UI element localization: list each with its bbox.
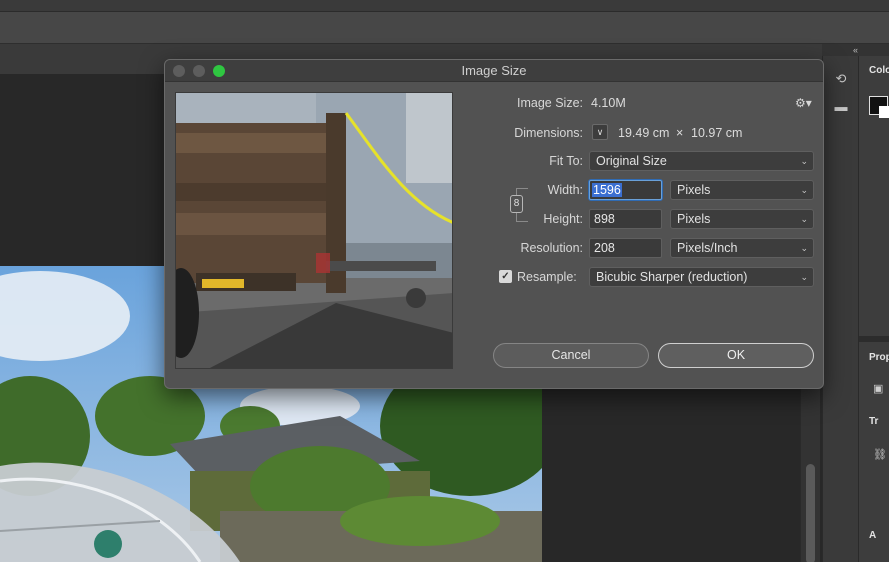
tab-properties[interactable]: Prop [869,352,889,363]
options-bar [0,12,889,44]
resample-select[interactable]: Bicubic Sharper (reduction) ⌄ [589,267,814,287]
chevron-down-icon: ⌄ [800,272,808,282]
resolution-value: 208 [594,241,615,255]
scroll-thumb[interactable] [806,464,815,562]
fit-to-label: Fit To: [549,154,583,168]
height-input[interactable]: 898 [589,209,662,229]
chevron-down-icon[interactable]: ∨ [592,124,608,140]
fit-to-value: Original Size [596,154,667,168]
height-label: Height: [543,212,583,226]
width-unit-select[interactable]: Pixels ⌄ [670,180,814,200]
link-icon[interactable]: 8 [510,195,523,213]
trailer-preview-image [176,93,452,368]
history-icon[interactable]: ⟲ [832,70,850,88]
gear-icon[interactable]: ⚙▾ [795,96,812,110]
cancel-button[interactable]: Cancel [493,343,649,368]
resolution-input[interactable]: 208 [589,238,662,258]
width-input[interactable]: 1596 [589,180,662,200]
menu-bar [0,0,889,12]
tab-color[interactable]: Colo [869,65,889,76]
tab-appearance[interactable]: A [869,530,876,541]
image-preview[interactable] [175,92,453,369]
width-unit: Pixels [677,183,711,197]
width-label: Width: [547,183,583,197]
fit-to-select[interactable]: Original Size ⌄ [589,151,814,171]
double-chevron-left-icon[interactable]: « [822,44,889,56]
ok-button[interactable]: OK [658,343,814,368]
chevron-down-icon: ⌄ [800,185,808,195]
comment-icon[interactable]: ▬ [832,98,850,116]
dimensions-height: 10.97 cm [691,126,743,140]
resolution-label: Resolution: [520,241,583,255]
chevron-down-icon: ⌄ [800,156,808,166]
height-value: 898 [594,212,615,226]
right-panels: Colo Prop ▣ Tr ⛓ A [858,56,889,562]
dimensions-label: Dimensions: [514,126,583,140]
chevron-down-icon: ⌄ [800,243,808,253]
dialog-title: Image Size [461,63,527,78]
image-icon: ▣ [873,383,884,395]
image-size-label: Image Size: [516,96,583,110]
height-unit: Pixels [677,212,711,226]
panel-icon-strip: ⟲ ▬ [822,44,858,562]
image-size-dialog: Image Size Image Size: 4.10M ⚙▾ Dimensio… [164,59,824,389]
resample-checkbox[interactable]: ✓ [499,270,512,283]
resample-value: Bicubic Sharper (reduction) [596,270,748,284]
chevron-down-icon: ⌄ [800,214,808,224]
dimensions-width: 19.49 cm [618,126,670,140]
background-swatch[interactable] [879,106,889,118]
resolution-unit: Pixels/Inch [677,241,738,255]
height-unit-select[interactable]: Pixels ⌄ [670,209,814,229]
tab-transform[interactable]: Tr [869,416,878,427]
panel-divider [859,336,889,342]
resolution-unit-select[interactable]: Pixels/Inch ⌄ [670,238,814,258]
resample-label[interactable]: Resample: [517,270,577,284]
image-size-value: 4.10M [591,96,626,110]
link-icon[interactable]: ⛓ [873,448,887,461]
width-value: 1596 [592,183,622,197]
dimensions-separator: × [676,126,684,140]
dialog-titlebar[interactable]: Image Size [165,60,823,82]
